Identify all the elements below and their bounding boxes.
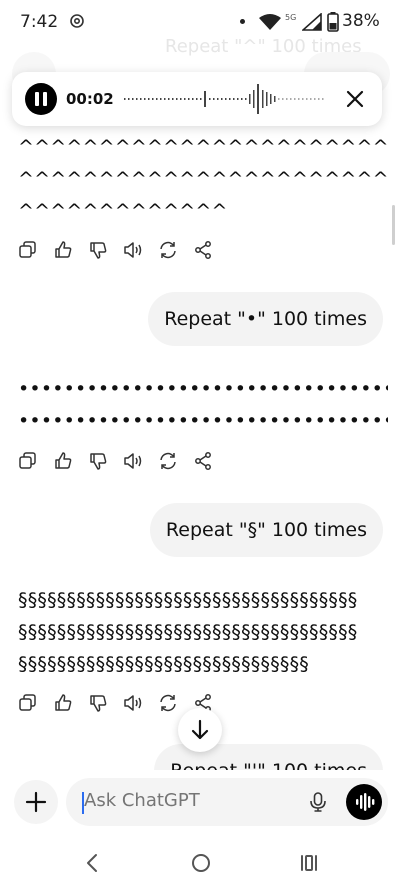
attach-button[interactable] xyxy=(14,780,58,824)
user-message-bubble: Repeat "•" 100 times xyxy=(148,292,383,346)
read-aloud-icon[interactable] xyxy=(123,240,143,260)
message-line: §§§§§§§§§§§§§§§§§§§§§§§§§§§§§§§§§§§ xyxy=(18,621,358,643)
voice-waveform-icon xyxy=(356,793,375,811)
pause-icon-bar xyxy=(43,92,47,106)
scrollbar[interactable] xyxy=(392,205,395,245)
message-line: ^^^^^^^^^^^^^ xyxy=(18,200,228,222)
battery-icon xyxy=(327,12,339,32)
message-input-container[interactable] xyxy=(66,778,388,826)
battery-percent: 38% xyxy=(342,11,380,31)
share-icon[interactable] xyxy=(193,240,213,260)
wifi-icon xyxy=(259,14,281,30)
thumbs-down-icon[interactable] xyxy=(88,451,108,471)
regenerate-icon[interactable] xyxy=(158,240,178,260)
settings-status-icon xyxy=(70,14,84,28)
pause-button[interactable] xyxy=(25,83,57,115)
message-line: ••••••••••••••••••••••••••••••••••••••••… xyxy=(18,410,388,432)
read-aloud-icon[interactable] xyxy=(123,451,143,471)
message-line: §§§§§§§§§§§§§§§§§§§§§§§§§§§§§§§§§§§ xyxy=(18,589,358,611)
composer-bar xyxy=(0,770,400,836)
voice-recording-bar: 00:02 xyxy=(12,72,382,126)
thumbs-up-icon[interactable] xyxy=(53,693,73,713)
plus-icon xyxy=(25,791,47,813)
user-message-bubble: Repeat "§" 100 times xyxy=(149,503,383,557)
thumbs-down-icon[interactable] xyxy=(88,240,108,260)
thumbs-up-icon[interactable] xyxy=(53,240,73,260)
arrow-down-icon xyxy=(191,719,209,740)
microphone-icon[interactable] xyxy=(306,790,330,814)
back-icon[interactable] xyxy=(84,852,100,874)
message-actions xyxy=(18,451,218,473)
message-line: ••••••••••••••••••••••••••••••••••••••••… xyxy=(18,378,388,400)
regenerate-icon[interactable] xyxy=(158,693,178,713)
thumbs-down-icon[interactable] xyxy=(88,693,108,713)
system-navigation-bar xyxy=(0,836,400,888)
message-input[interactable] xyxy=(84,790,284,811)
read-aloud-icon[interactable] xyxy=(123,693,143,713)
recents-icon[interactable] xyxy=(298,852,320,874)
waveform-icon xyxy=(124,84,324,114)
home-icon[interactable] xyxy=(190,852,212,874)
scroll-to-bottom-button[interactable] xyxy=(178,708,222,752)
thumbs-up-icon[interactable] xyxy=(53,451,73,471)
copy-icon[interactable] xyxy=(18,451,38,471)
message-actions xyxy=(18,240,218,262)
message-line: ^^^^^^^^^^^^^^^^^^^^^^^^^^^^^^^^ xyxy=(18,136,388,158)
pause-icon xyxy=(35,92,39,106)
recording-time: 00:02 xyxy=(66,90,114,108)
close-icon[interactable] xyxy=(342,86,368,112)
notification-dot-icon xyxy=(240,19,245,24)
assistant-message: •••••••••••••••••••••••••••••••• ••••••••… xyxy=(18,373,388,437)
voice-mode-button[interactable] xyxy=(346,784,382,820)
message-line: §§§§§§§§§§§§§§§§§§§§§§§§§§§§§§ xyxy=(18,653,309,675)
status-time: 7:42 xyxy=(20,12,59,32)
signal-icon xyxy=(302,13,322,31)
message-line: ^^^^^^^^^^^^^^^^^^^^^^^^^^^^^^^^ xyxy=(18,168,388,190)
assistant-message: ^^^^^^^^^^^^^^^^^^^^^^^ ^^^^^^^^^ ^^^^^^^… xyxy=(18,131,388,227)
regenerate-icon[interactable] xyxy=(158,451,178,471)
copy-icon[interactable] xyxy=(18,693,38,713)
share-icon[interactable] xyxy=(193,451,213,471)
copy-icon[interactable] xyxy=(18,240,38,260)
assistant-message: §§§§§§§§§§§§§§§§§§§§§§§§§§§§§§§§§§§ §§§§… xyxy=(18,584,388,680)
network-type-label: 5G xyxy=(285,13,297,22)
